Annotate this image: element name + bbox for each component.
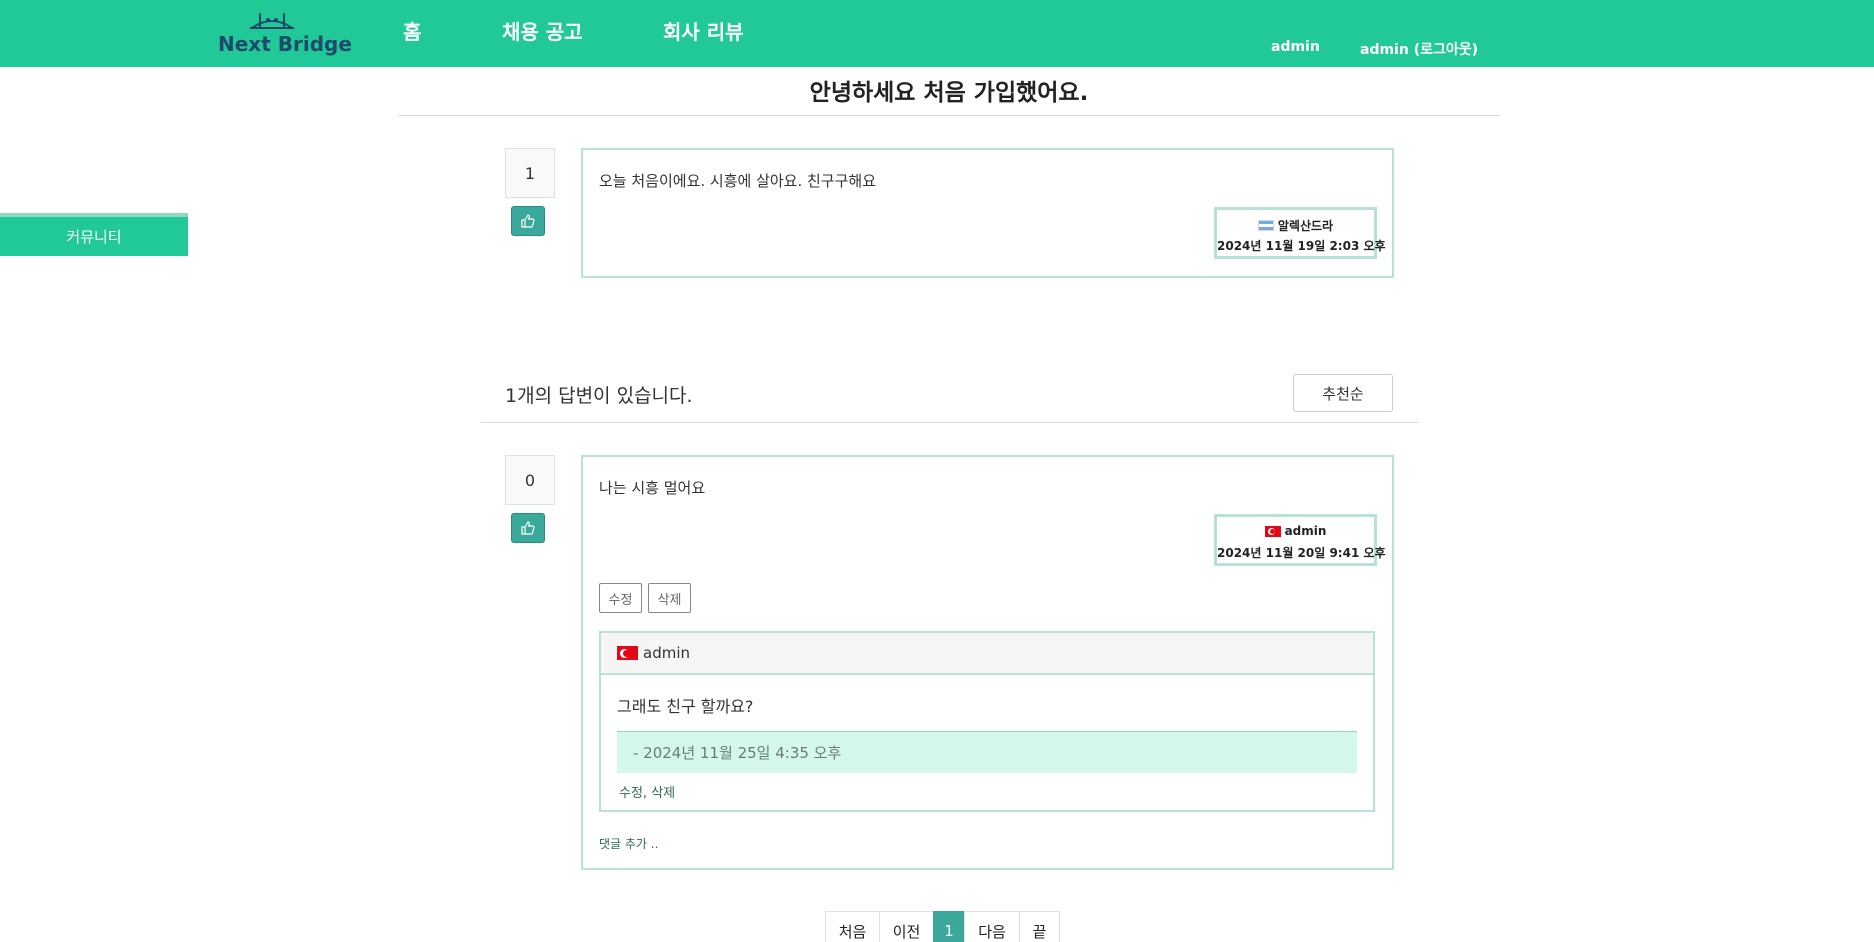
argentina-flag-icon: [1257, 220, 1274, 231]
turkey-flag-icon: [1264, 525, 1281, 537]
question-date: 2024년 11월 19일 2:03 오후: [1217, 239, 1386, 253]
sidebar-item-community[interactable]: 커뮤니티: [0, 213, 188, 256]
comment-body: 그래도 친구 할까요?: [617, 697, 754, 716]
answer-edit-button[interactable]: 수정: [599, 583, 642, 613]
nav-home[interactable]: 홈: [403, 16, 421, 45]
add-comment-link[interactable]: 댓글 추가 ..: [599, 835, 658, 852]
answer-body: 나는 시흥 멀어요: [599, 479, 706, 497]
answer-author-name[interactable]: admin: [1285, 524, 1327, 538]
nav-user-link[interactable]: admin: [1271, 39, 1320, 55]
comment-date: - 2024년 11월 25일 4:35 오후: [617, 731, 1357, 773]
answer-delete-button[interactable]: 삭제: [648, 583, 691, 613]
comment-action-separator: ,: [642, 786, 648, 801]
pagination: 처음 이전 1 다음 끝: [825, 911, 1060, 942]
comment-delete-link[interactable]: 삭제: [651, 786, 675, 801]
page-last-button[interactable]: 끝: [1019, 911, 1060, 942]
comment-actions: 수정, 삭제: [619, 782, 675, 801]
bridge-logo-icon: [250, 13, 294, 29]
answer-author-box: admin 2024년 11월 20일 9:41 오후: [1214, 514, 1386, 566]
logo-text: Next Bridge: [218, 32, 352, 56]
answers-header: 1개의 답변이 있습니다. 추천순: [481, 373, 1419, 423]
page-next-button[interactable]: 다음: [964, 911, 1020, 942]
question-vote-count: 1: [505, 148, 555, 198]
comment-edit-link[interactable]: 수정: [619, 786, 643, 801]
sort-by-recommend-button[interactable]: 추천순: [1293, 374, 1393, 412]
answers-count: 1개의 답변이 있습니다.: [505, 385, 693, 407]
page-title: 안녕하세요 처음 가입했어요.: [398, 76, 1500, 116]
answer-vote-count: 0: [505, 455, 555, 505]
nav-job-postings[interactable]: 채용 공고: [502, 16, 583, 45]
question-body: 오늘 처음이에요. 시흥에 살아요. 친구구해요: [599, 172, 877, 190]
thumbs-up-icon: [521, 521, 535, 535]
turkey-flag-icon: [617, 646, 638, 660]
comment-header: admin: [601, 633, 1373, 675]
page-current-button[interactable]: 1: [933, 911, 965, 942]
comment-author-name[interactable]: admin: [643, 644, 690, 662]
answer-card: 나는 시흥 멀어요 admin 2024년 11월 20일 9:41 오후 ad…: [581, 455, 1394, 870]
page-first-button[interactable]: 처음: [825, 911, 880, 942]
page-prev-button[interactable]: 이전: [879, 911, 934, 942]
question-upvote-button[interactable]: [511, 206, 545, 236]
nav-logout-link[interactable]: admin (로그아웃): [1360, 39, 1478, 59]
top-navbar: Next Bridge 홈 채용 공고 회사 리뷰 admin admin (로…: [0, 0, 1874, 67]
answer-date: 2024년 11월 20일 9:41 오후: [1217, 546, 1386, 560]
thumbs-up-icon: [521, 214, 535, 228]
question-card: 오늘 처음이에요. 시흥에 살아요. 친구구해요 알렉산드라 2024년 11월…: [581, 148, 1394, 278]
answer-upvote-button[interactable]: [511, 513, 545, 543]
question-author-name[interactable]: 알렉산드라: [1278, 217, 1333, 234]
nav-company-reviews[interactable]: 회사 리뷰: [663, 16, 744, 45]
comment-box: admin 그래도 친구 할까요? - 2024년 11월 25일 4:35 오…: [599, 631, 1375, 812]
question-author-box: 알렉산드라 2024년 11월 19일 2:03 오후: [1214, 207, 1386, 259]
logo[interactable]: Next Bridge: [218, 10, 352, 56]
